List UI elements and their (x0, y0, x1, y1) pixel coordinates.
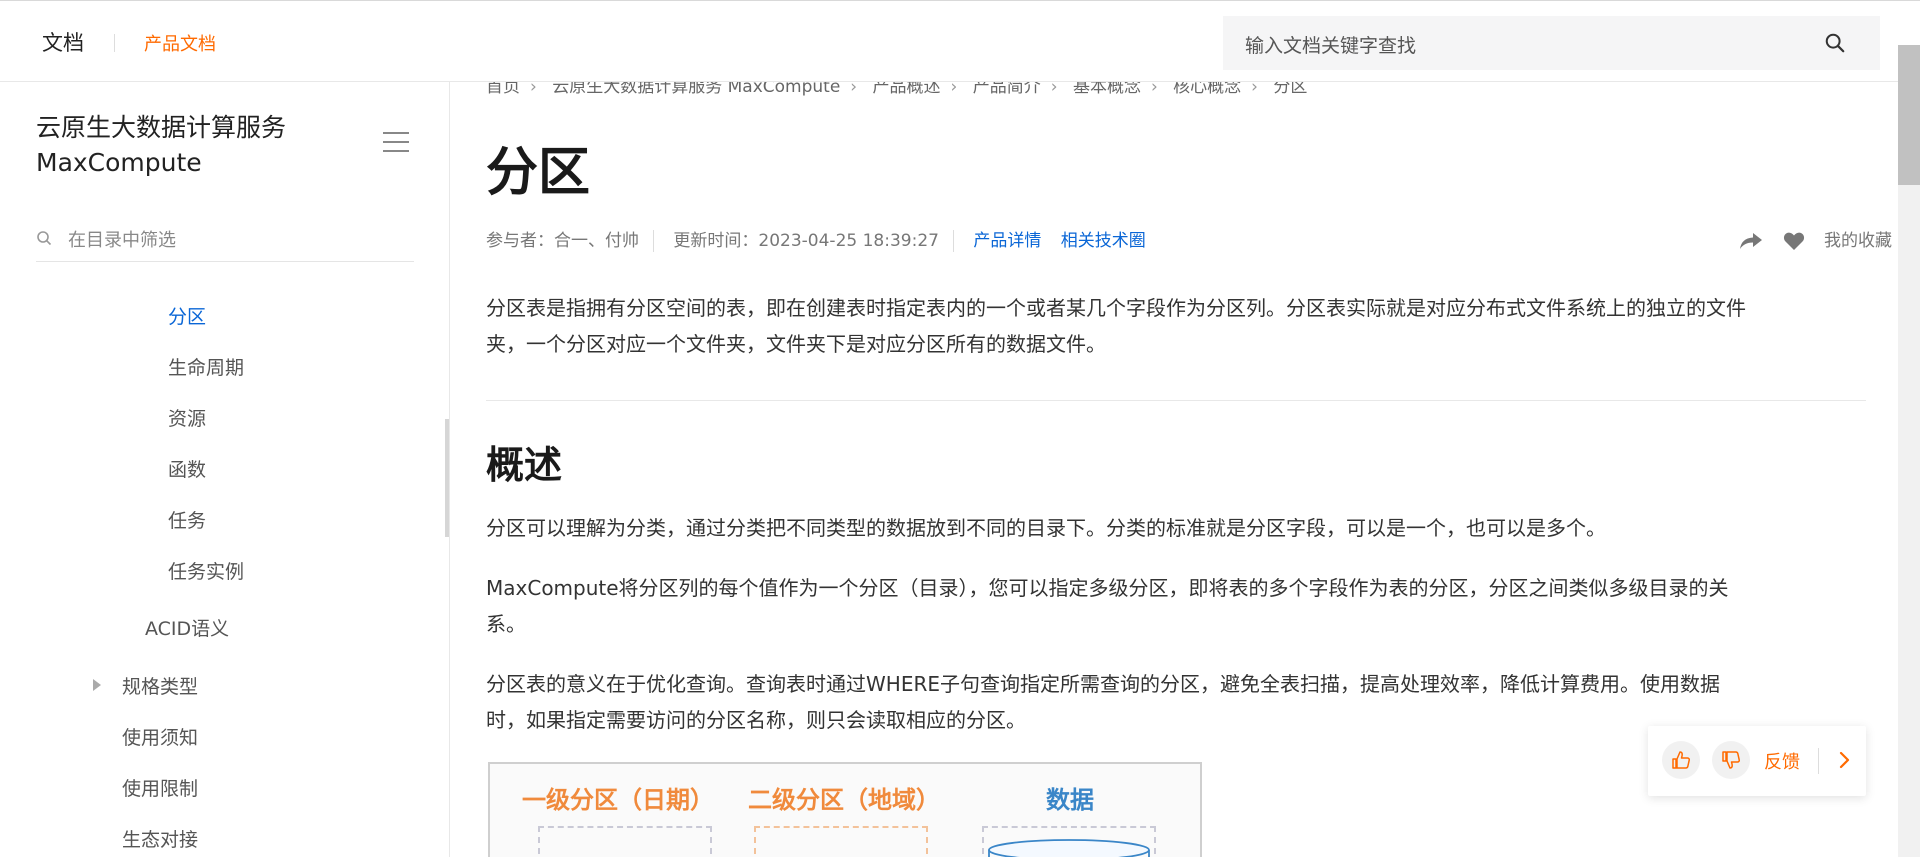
sidebar-scrollbar[interactable] (445, 419, 449, 537)
update-time: 更新时间：2023-04-25 18:39:27 (673, 231, 939, 251)
database-icon (988, 839, 1150, 857)
product-docs-link[interactable]: 产品文档 (144, 30, 216, 56)
sidebar-item-limits[interactable]: 使用限制 (122, 774, 198, 801)
paragraph: MaxCompute将分区列的每个值作为一个分区（目录），您可以指定多级分区，即… (486, 570, 1866, 642)
text-line: 夹，一个分区对应一个文件夹，文件夹下是对应分区所有的数据文件。 (486, 332, 1106, 356)
divider (1818, 748, 1819, 774)
sidebar-item-acid[interactable]: ACID语义 (145, 614, 229, 641)
filter-placeholder: 在目录中筛选 (68, 230, 176, 251)
page-title: 分区 (486, 143, 591, 203)
article-actions: 我的收藏 (1739, 226, 1892, 251)
sidebar-item-partition[interactable]: 分区 (168, 302, 206, 329)
text-line: 系。 (486, 612, 526, 636)
diagram-label-level1: 一级分区（日期） (522, 786, 714, 814)
share-icon[interactable] (1739, 231, 1763, 251)
diagram-label-level2: 二级分区（地域） (748, 786, 940, 814)
search-input[interactable]: 输入文档关键字查找 (1223, 16, 1880, 70)
sidebar-item-function[interactable]: 函数 (168, 455, 206, 482)
sidebar-item-ecosystem[interactable]: 生态对接 (122, 825, 198, 852)
sidebar-item-task[interactable]: 任务 (168, 506, 206, 533)
docs-home-link[interactable]: 文档 (42, 27, 84, 57)
breadcrumb-item: 分区 (1273, 82, 1308, 97)
sidebar-title-line2: MaxCompute (36, 148, 202, 177)
divider (114, 34, 115, 52)
search-icon (37, 231, 52, 246)
thumbs-up-icon (1672, 751, 1691, 769)
top-bar: 文档 产品文档 输入文档关键字查找 (0, 0, 1920, 82)
thumbs-down-button[interactable] (1712, 741, 1750, 779)
participants: 参与者：合一、付帅 (486, 231, 639, 251)
diagram-box-level2 (754, 826, 928, 857)
text-line: MaxCompute将分区列的每个值作为一个分区（目录），您可以指定多级分区，即… (486, 576, 1729, 600)
breadcrumb-item[interactable]: 产品简介 (973, 82, 1041, 97)
sidebar-item-resource[interactable]: 资源 (168, 404, 206, 431)
breadcrumb-item[interactable]: 核心概念 (1173, 82, 1241, 97)
breadcrumb-item[interactable]: 产品概述 (873, 82, 941, 97)
section-heading: 概述 (486, 443, 563, 487)
tech-circle-link[interactable]: 相关技术圈 (1061, 231, 1146, 251)
diagram-label-data: 数据 (1046, 786, 1094, 814)
text-line: 分区表的意义在于优化查询。查询表时通过WHERE子句查询指定所需查询的分区，避免… (486, 672, 1720, 696)
diagram-box-data (982, 826, 1156, 857)
sidebar-item-lifecycle[interactable]: 生命周期 (168, 353, 244, 380)
diagram-box-level1 (538, 826, 712, 857)
sidebar-item-usage-notes[interactable]: 使用须知 (122, 723, 198, 750)
thumbs-up-button[interactable] (1662, 741, 1700, 779)
sidebar-title-line1: 云原生大数据计算服务 (36, 113, 287, 142)
heart-icon[interactable] (1783, 231, 1805, 251)
partition-diagram: 一级分区（日期） 二级分区（地域） 数据 (488, 762, 1202, 857)
breadcrumb-item[interactable]: 首页 (486, 82, 520, 97)
intro-paragraph: 分区表是指拥有分区空间的表，即在创建表时指定表内的一个或者某几个字段作为分区列。… (486, 290, 1866, 362)
menu-icon[interactable] (383, 132, 409, 154)
feedback-widget: 反馈 (1648, 726, 1866, 796)
thumbs-down-icon (1722, 751, 1741, 769)
toc-filter-input[interactable]: 在目录中筛选 (36, 222, 414, 262)
sidebar-title: 云原生大数据计算服务 MaxCompute (36, 110, 286, 180)
sidebar-item-spec-types[interactable]: 规格类型 (122, 672, 198, 699)
search-icon[interactable] (1824, 32, 1846, 54)
expand-arrow-icon[interactable] (93, 679, 101, 691)
feedback-button[interactable]: 反馈 (1764, 748, 1800, 774)
chevron-right-icon[interactable] (1832, 748, 1856, 772)
search-placeholder: 输入文档关键字查找 (1245, 35, 1417, 57)
my-favorites-link[interactable]: 我的收藏 (1824, 231, 1892, 251)
divider (486, 400, 1866, 401)
text-line: 分区表是指拥有分区空间的表，即在创建表时指定表内的一个或者某几个字段作为分区列。… (486, 296, 1746, 320)
product-details-link[interactable]: 产品详情 (973, 231, 1041, 251)
breadcrumb: 首页 › 云原生大数据计算服务 MaxCompute › 产品概述 › 产品简介 › 基… (486, 82, 1307, 97)
sidebar: 云原生大数据计算服务 MaxCompute 在目录中筛选 分区 生命周期 资源 … (0, 82, 450, 857)
sidebar-item-task-instance[interactable]: 任务实例 (168, 557, 244, 584)
page-scrollbar-thumb[interactable] (1898, 45, 1920, 185)
breadcrumb-item[interactable]: 云原生大数据计算服务 MaxCompute (552, 82, 840, 97)
breadcrumb-item[interactable]: 基本概念 (1073, 82, 1141, 97)
article-meta: 参与者：合一、付帅 更新时间：2023-04-25 18:39:27 产品详情 … (486, 226, 1160, 252)
paragraph: 分区可以理解为分类，通过分类把不同类型的数据放到不同的目录下。分类的标准就是分区… (486, 516, 1606, 540)
